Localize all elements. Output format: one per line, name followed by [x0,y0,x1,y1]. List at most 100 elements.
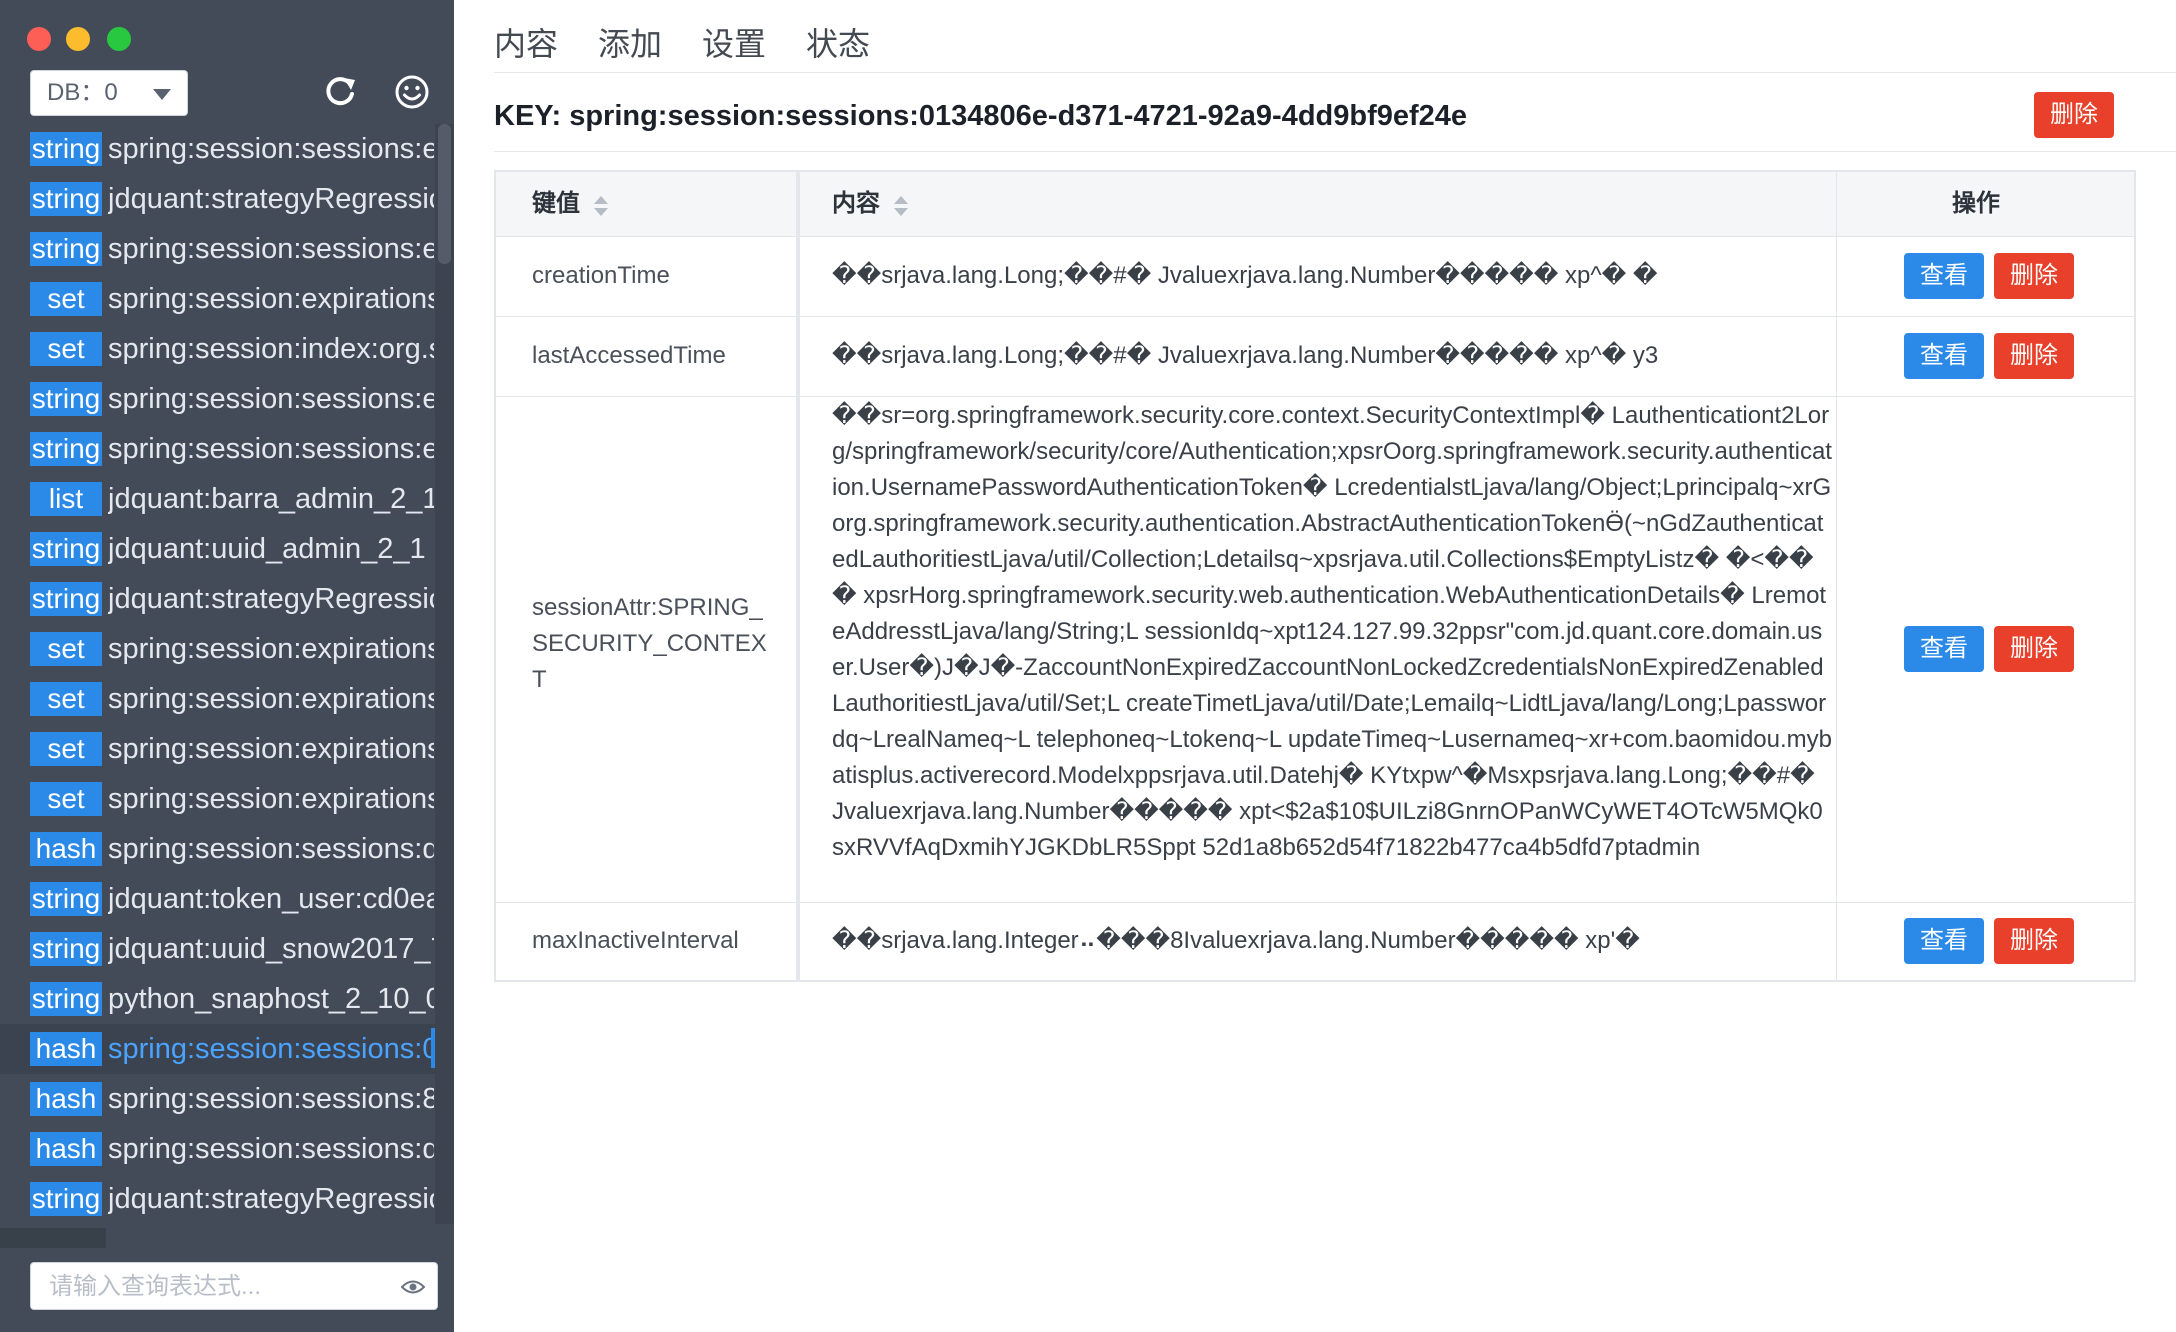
scrollbar-thumb[interactable] [438,124,451,264]
eye-icon[interactable] [401,1277,425,1297]
header-key[interactable]: 键值 [532,172,580,236]
refresh-icon[interactable] [320,72,360,112]
key-type-badge: string [30,582,102,616]
key-name: jdquant:token_user:cd0ea [108,883,434,915]
key-name: jdquant:strategyRegression [108,583,434,615]
key-list-item[interactable]: string jdquant:strategyRegression [0,174,435,224]
tab-label: 设置 [702,26,767,62]
key-name: spring:session:expirations [108,283,434,315]
cell-key: sessionAttr:SPRING_SECURITY_CONTEXT [532,594,767,693]
view-button[interactable]: 查看 [1904,918,1984,964]
delete-button[interactable]: 删除 [1994,626,2074,672]
horizontal-scrollbar[interactable] [0,1228,106,1248]
header-ops-label: 操作 [1952,190,2000,217]
view-button[interactable]: 查看 [1904,333,1984,379]
sort-icon[interactable] [594,196,608,216]
table-row: lastAccessedTime ��srjava.lang.Long;��#�… [496,316,2134,397]
key-list-item[interactable]: set spring:session:expirations [0,724,435,774]
key-name: python_snaphost_2_10_0 [108,983,434,1015]
key-type-badge: hash [30,1032,102,1066]
key-list-item[interactable]: string jdquant:token_user:cd0ea [0,874,435,924]
key-name: jdquant:uuid_snow2017_7 [108,933,434,965]
key-name: jdquant:strategyRegression [108,1183,434,1215]
key-list: stringspring:session:sessions:expires:01… [0,124,435,1224]
close-window-button[interactable] [27,27,51,51]
table-header: 键值 内容 操作 [496,172,2134,237]
key-list-item[interactable]: set spring:session:expirations [0,274,435,324]
key-name: spring:session:sessions:expires:f [108,433,434,465]
tab-settings[interactable]: 设置 [702,20,766,72]
key-type-badge: string [30,982,102,1016]
key-list-item[interactable]: stringspring:session:sessions:expires:01… [0,124,435,174]
sort-icon[interactable] [894,196,908,216]
chevron-down-icon [153,89,171,100]
key-list-item[interactable]: string jdquant:strategyRegression [0,574,435,624]
delete-key-button[interactable]: 删除 [2034,92,2114,138]
key-list-item[interactable]: hash spring:session:sessions:df [0,1124,435,1174]
key-list-item[interactable]: set spring:session:expirations [0,624,435,674]
query-field[interactable] [30,1262,438,1310]
table-row: sessionAttr:SPRING_SECURITY_CONTEXT ��sr… [496,396,2134,903]
delete-button[interactable]: 删除 [1994,333,2074,379]
key-type-badge: string [30,932,102,966]
key-list-item[interactable]: stringspring:session:sessions:expires:8 [0,224,435,274]
view-button[interactable]: 查看 [1904,626,1984,672]
key-list-scrollbar[interactable] [435,124,454,1224]
key-list-item[interactable]: hash spring:session:sessions:d2 [0,824,435,874]
cell-value: ��sr=org.springframework.security.core.c… [832,402,1832,861]
key-name: spring:session:sessions:expires:8 [108,233,434,265]
tab-divider [494,72,2176,73]
search-input[interactable] [47,1269,391,1305]
cell-key: maxInactiveInterval [532,927,739,954]
key-type-badge: set [30,682,102,716]
key-type-badge: set [30,782,102,816]
key-type-badge: string [30,232,102,266]
key-type-badge: hash [30,832,102,866]
key-type-badge: string [30,1182,102,1216]
main-panel: 内容 添加 设置 状态 KEY: spring:session:sessions… [454,0,2176,1332]
key-list-item[interactable]: string jdquant:uuid_snow2017_7 [0,924,435,974]
key-name: spring:session:sessions:d2 [108,833,434,865]
table-row: maxInactiveInterval ��srjava.lang.Intege… [496,902,2134,980]
key-type-badge: list [30,482,102,516]
key-list-item[interactable]: stringspring:session:sessions:expires:d [0,374,435,424]
key-name: spring:session:index:org.s [108,333,434,365]
key-type-badge: set [30,332,102,366]
key-type-badge: string [30,882,102,916]
key-type-badge: set [30,732,102,766]
tab-content[interactable]: 内容 [494,20,558,72]
key-name: spring:session:sessions:expires:d [108,383,434,415]
header-value[interactable]: 内容 [832,172,880,236]
key-list-item[interactable]: stringspring:session:sessions:expires:f [0,424,435,474]
delete-button[interactable]: 删除 [1994,253,2074,299]
view-button[interactable]: 查看 [1904,253,1984,299]
header-key-label: 键值 [532,190,580,217]
key-name: jdquant:uuid_admin_2_1 [108,533,426,565]
maximize-window-button[interactable] [107,27,131,51]
delete-button[interactable]: 删除 [1994,918,2074,964]
key-list-item[interactable]: list jdquant:barra_admin_2_16 [0,474,435,524]
key-list-item[interactable]: string jdquant:uuid_admin_2_1 [0,524,435,574]
smile-icon[interactable] [392,72,432,112]
tab-status[interactable]: 状态 [806,20,870,72]
key-list-item[interactable]: set spring:session:expirations [0,674,435,724]
key-list-item[interactable]: hash spring:session:sessions:0 [0,1024,435,1074]
tab-label: 内容 [494,26,559,62]
key-name: spring:session:sessions:expires:0134806e [108,133,434,165]
key-list-item[interactable]: set spring:session:index:org.s [0,324,435,374]
key-list-item[interactable]: hash spring:session:sessions:8c [0,1074,435,1124]
tab-add[interactable]: 添加 [598,20,662,72]
sidebar: DB：0 stringspring:session:sessions:expir… [0,0,454,1332]
key-list-item[interactable]: string jdquant:strategyRegression [0,1174,435,1224]
key-type-badge: string [30,132,102,166]
db-select[interactable]: DB：0 [30,70,188,116]
hash-table: 键值 内容 操作 creationTime ��srjava.lang.Long… [494,170,2136,982]
cell-value: ��srjava.lang.Long;��#� Jvaluexrjava.lan… [832,262,1658,289]
key-list-item[interactable]: string python_snaphost_2_10_0 [0,974,435,1024]
key-type-badge: set [30,632,102,666]
cell-key: creationTime [532,262,670,289]
key-name: spring:session:sessions:df [108,1133,434,1165]
minimize-window-button[interactable] [66,27,90,51]
key-list-item[interactable]: set spring:session:expirations [0,774,435,824]
header-ops: 操作 [1952,172,2000,236]
